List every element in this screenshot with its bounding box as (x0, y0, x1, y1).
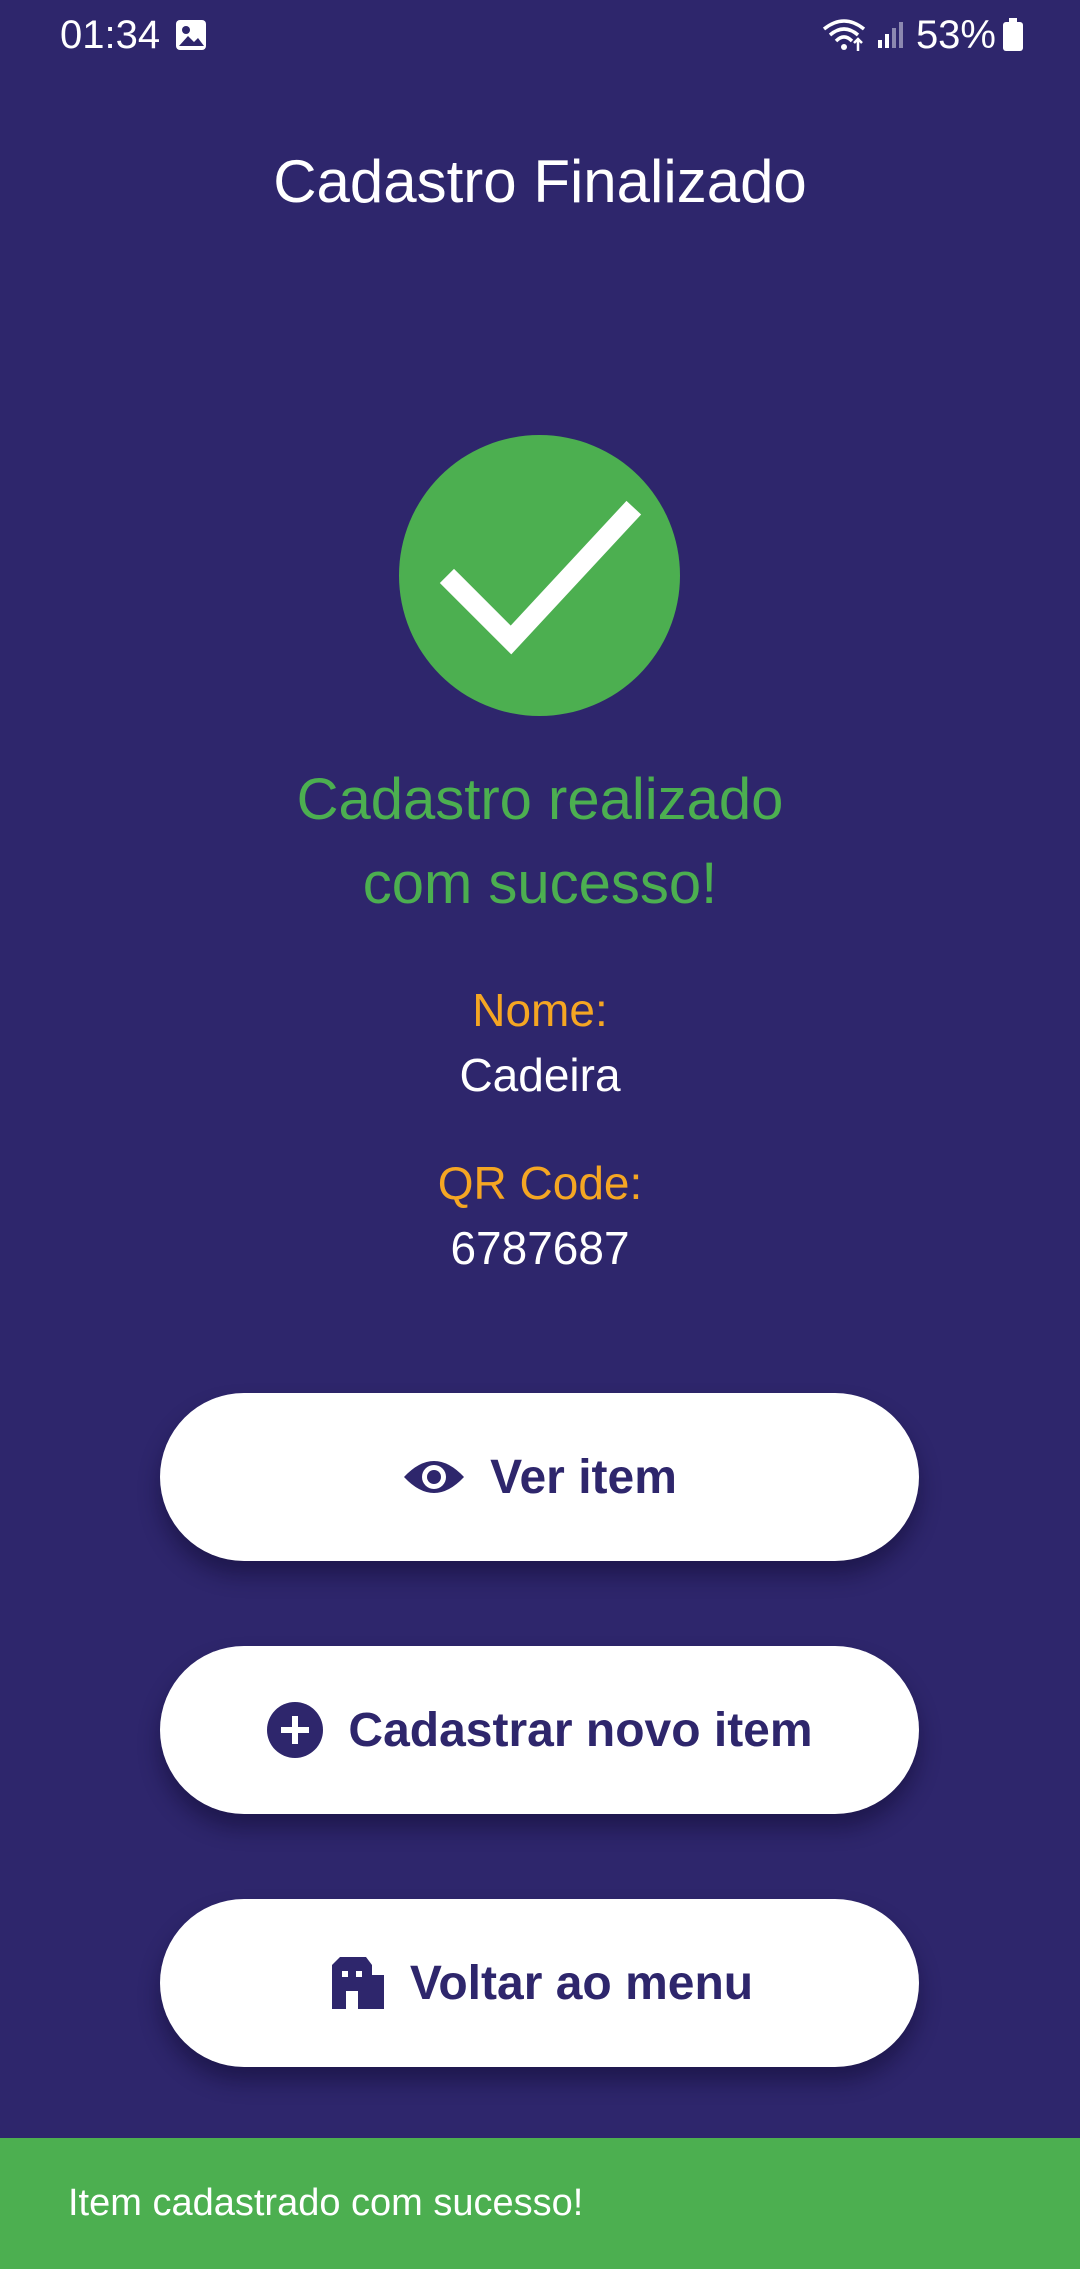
battery-percentage: 53% (915, 13, 996, 57)
snackbar-message: Item cadastrado com sucesso! (68, 2182, 584, 2224)
status-time: 01:34 (60, 13, 161, 57)
wifi-icon (822, 17, 868, 53)
status-right: 53% (822, 10, 1024, 60)
battery-icon (1002, 18, 1024, 52)
back-to-menu-button[interactable]: Voltar ao menu (160, 1899, 919, 2067)
snackbar: Item cadastrado com sucesso! (0, 2138, 1080, 2269)
signal-icon (876, 20, 906, 50)
gallery-icon (174, 18, 208, 52)
page-title: Cadastro Finalizado (273, 148, 807, 215)
name-label: Nome: (472, 984, 608, 1036)
new-item-button[interactable]: Cadastrar novo item (160, 1646, 919, 1814)
eye-icon (402, 1455, 466, 1499)
qr-code-value: 6787687 (450, 1222, 630, 1274)
qr-code-label: QR Code: (437, 1157, 643, 1209)
house-icon (326, 1955, 386, 2011)
success-message-line-2: com sucesso! (362, 851, 718, 916)
success-message-line-1: Cadastro realizado (296, 767, 784, 832)
back-to-menu-label: Voltar ao menu (409, 1956, 754, 2010)
plus-circle-icon (266, 1701, 324, 1759)
check-icon (399, 435, 680, 716)
name-value: Cadeira (459, 1049, 621, 1101)
new-item-label: Cadastrar novo item (348, 1703, 813, 1757)
status-bar: 01:34 53% (0, 0, 1080, 70)
success-message: Cadastro realizado com sucesso! (0, 758, 1080, 926)
view-item-button[interactable]: Ver item (160, 1393, 919, 1561)
view-item-label: Ver item (490, 1450, 677, 1504)
